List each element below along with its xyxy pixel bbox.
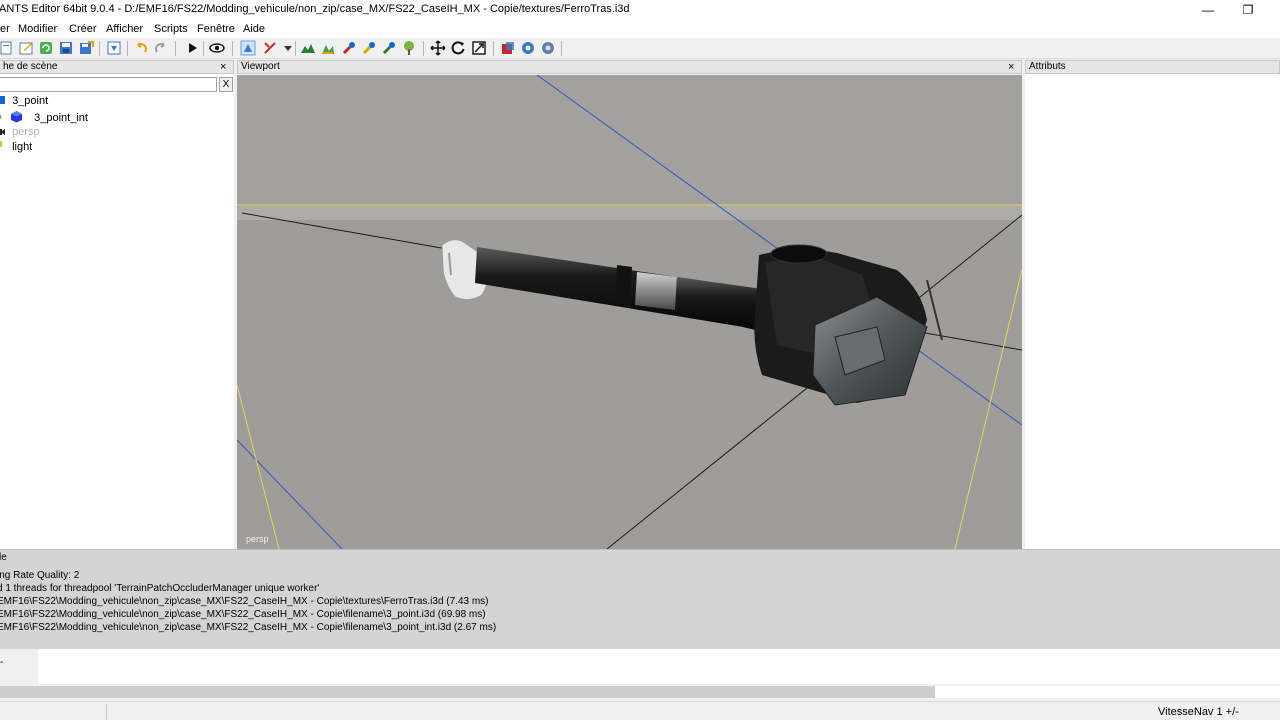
ants-editor-window: ANTS Editor 64bit 9.0.4 - D:/EMF16/FS22/… xyxy=(0,0,1280,720)
console-line: EMF16\FS22\Modding_vehicule\non_zip\case… xyxy=(0,622,497,633)
window-title: ANTS Editor 64bit 9.0.4 - D:/EMF16/FS22/… xyxy=(0,3,630,15)
menu-fenetre[interactable]: Fenêtre xyxy=(197,23,235,35)
command-input[interactable] xyxy=(38,649,1280,684)
status-bar: VitesseNav 1 +/- xyxy=(0,701,1280,720)
menu-fichier[interactable]: er xyxy=(0,23,10,35)
menu-aide[interactable]: Aide xyxy=(243,23,265,35)
attributes-panel: Attributs xyxy=(1025,60,1280,549)
tree-icon[interactable] xyxy=(401,40,417,56)
tree-item-label: 3_point xyxy=(12,95,49,107)
view-icon[interactable] xyxy=(209,40,225,56)
scenegraph-panel: he de scène × X 3_point 3_point_int pers… xyxy=(0,60,234,549)
menu-modifier[interactable]: Modifier xyxy=(18,23,57,35)
viewport-3d-view[interactable]: persp xyxy=(237,75,1022,549)
scenegraph-close-button[interactable]: × xyxy=(220,61,226,73)
tree-item-3-point[interactable]: 3_point xyxy=(0,95,48,107)
tree-item-3-point-int[interactable]: 3_point_int xyxy=(0,110,88,124)
viewport-title: Viewport xyxy=(241,61,280,72)
attributes-header: Attributs xyxy=(1025,60,1280,74)
scenegraph-filter-input[interactable] xyxy=(0,77,217,92)
scenegraph-title: he de scène xyxy=(3,61,58,72)
toolbar xyxy=(0,38,1280,59)
refresh-icon[interactable] xyxy=(38,40,54,56)
console-line: EMF16\FS22\Modding_vehicule\non_zip\case… xyxy=(0,596,489,607)
console-line: ing Rate Quality: 2 xyxy=(0,570,80,581)
move-icon[interactable] xyxy=(430,40,446,56)
redo-icon[interactable] xyxy=(153,40,169,56)
rotate-icon[interactable] xyxy=(450,40,466,56)
console-panel: le ing Rate Quality: 2 d 1 threads for t… xyxy=(0,549,1280,649)
console-line: EMF16\FS22\Modding_vehicule\non_zip\case… xyxy=(0,609,486,620)
title-bar: ANTS Editor 64bit 9.0.4 - D:/EMF16/FS22/… xyxy=(0,0,1280,20)
light-node-icon xyxy=(0,141,2,147)
settings-icon[interactable] xyxy=(520,40,536,56)
tree-item-label: 3_point_int xyxy=(34,112,88,124)
camera-icon[interactable] xyxy=(240,40,256,56)
export-icon[interactable] xyxy=(78,40,94,56)
tree-item-label: light xyxy=(12,141,33,153)
viewport-close-button[interactable]: × xyxy=(1008,61,1014,73)
save-icon[interactable] xyxy=(58,40,74,56)
shape-icon[interactable] xyxy=(500,40,516,56)
brush-icon[interactable] xyxy=(341,40,357,56)
menu-creer[interactable]: Créer xyxy=(69,23,97,35)
menu-scripts[interactable]: Scripts xyxy=(154,23,188,35)
new-icon[interactable] xyxy=(0,40,14,56)
viewport-render xyxy=(237,75,1022,549)
tree-item-light[interactable]: light xyxy=(0,141,32,153)
import-icon[interactable] xyxy=(106,40,122,56)
scrollbar-thumb[interactable] xyxy=(0,686,935,698)
terrain-paint-icon[interactable] xyxy=(300,40,316,56)
dropdown-icon[interactable] xyxy=(280,40,296,56)
play-icon[interactable] xyxy=(184,40,200,56)
open-icon[interactable] xyxy=(18,40,34,56)
attributes-title: Attributs xyxy=(1029,61,1066,72)
command-area: - xyxy=(0,649,1280,686)
tree-item-label: persp xyxy=(12,126,40,138)
horizontal-scrollbar[interactable] xyxy=(0,686,1280,698)
viewport-panel: Viewport × persp xyxy=(237,60,1022,549)
camera-name-label: persp xyxy=(246,534,269,544)
shape-cube-icon xyxy=(11,111,23,123)
paint-icon[interactable] xyxy=(381,40,397,56)
console-title: le xyxy=(0,552,7,563)
select-icon[interactable] xyxy=(262,40,278,56)
camera-node-icon xyxy=(0,129,5,135)
spray-icon[interactable] xyxy=(361,40,377,56)
foliage-icon[interactable] xyxy=(320,40,336,56)
tree-item-persp[interactable]: persp xyxy=(0,126,40,138)
scale-icon[interactable] xyxy=(471,40,487,56)
menu-afficher[interactable]: Afficher xyxy=(106,23,143,35)
nav-speed-status: VitesseNav 1 +/- xyxy=(1158,706,1239,718)
restore-button[interactable]: ❐ xyxy=(1228,0,1268,20)
undo-icon[interactable] xyxy=(133,40,149,56)
scenegraph-header: he de scène × xyxy=(0,60,234,74)
expand-toggle-icon[interactable] xyxy=(0,112,6,122)
gear-icon[interactable] xyxy=(540,40,556,56)
console-line: d 1 threads for threadpool 'TerrainPatch… xyxy=(0,583,320,594)
command-prompt: - xyxy=(0,657,4,668)
transform-group-icon xyxy=(0,96,5,104)
minimize-button[interactable]: — xyxy=(1188,0,1228,20)
viewport-header: Viewport × xyxy=(237,60,1022,74)
scenegraph-clear-button[interactable]: X xyxy=(219,77,233,92)
menu-bar: er Modifier Créer Afficher Scripts Fenêt… xyxy=(0,20,1280,38)
